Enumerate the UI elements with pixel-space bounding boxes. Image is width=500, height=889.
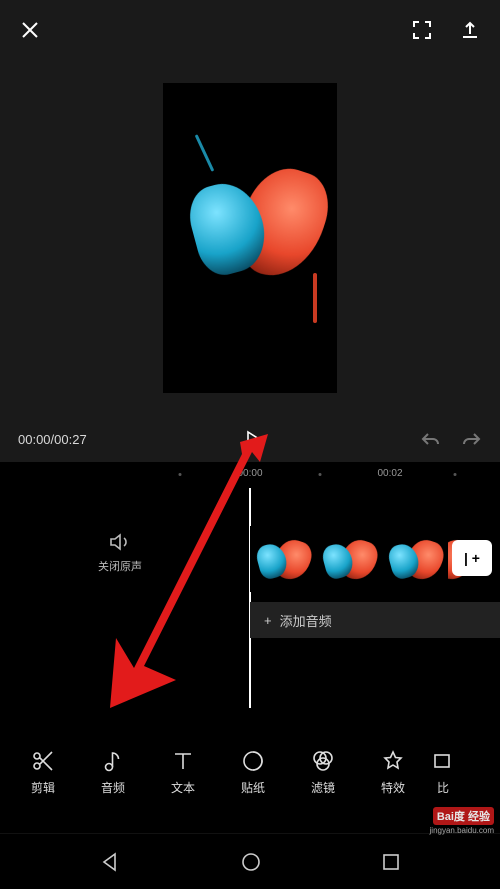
nav-recent-button[interactable] (381, 852, 401, 872)
sticker-icon (241, 749, 265, 773)
export-icon (460, 20, 480, 40)
add-audio-track[interactable]: + 添加音频 (250, 602, 500, 638)
add-clip-button[interactable]: | + (452, 540, 492, 576)
ruler-time-1: 00:02 (377, 468, 402, 479)
ratio-icon (431, 749, 455, 773)
watermark: Bai度 经验 jingyan.baidu.com (430, 807, 494, 835)
nav-home-button[interactable] (240, 851, 262, 873)
playback-controls: 00:00/00:27 (0, 416, 500, 462)
play-icon (244, 430, 262, 448)
add-audio-label: 添加音频 (280, 611, 332, 630)
current-time: 00:00 (18, 432, 51, 447)
preview-canvas (163, 83, 337, 393)
watermark-url: jingyan.baidu.com (430, 826, 494, 835)
preview-drip (313, 273, 317, 323)
nav-back-button[interactable] (99, 851, 121, 873)
ruler-time-0: 00:00 (237, 468, 262, 479)
top-bar (0, 0, 500, 60)
text-icon (171, 749, 195, 773)
clip-thumbnail[interactable] (316, 526, 382, 592)
tool-effect[interactable]: 特效 (358, 749, 428, 796)
tool-filter[interactable]: 滤镜 (288, 749, 358, 796)
preview-area[interactable] (0, 60, 500, 416)
system-nav-bar (0, 833, 500, 889)
mute-original-sound[interactable]: 关闭原声 (0, 528, 240, 574)
undo-button[interactable] (420, 431, 442, 447)
timeline-ruler[interactable]: 00:00 00:02 (0, 462, 500, 488)
square-recent-icon (381, 852, 401, 872)
scissors-icon (31, 749, 55, 773)
export-button[interactable] (460, 20, 480, 40)
plus-icon: + (264, 613, 272, 628)
total-time: 00:27 (54, 432, 87, 447)
tool-ratio[interactable]: 比 (428, 749, 458, 796)
redo-button[interactable] (460, 431, 482, 447)
music-note-icon (101, 749, 125, 773)
ruler-tick (319, 473, 322, 476)
tool-sticker[interactable]: 贴纸 (218, 749, 288, 796)
triangle-back-icon (99, 851, 121, 873)
fullscreen-icon (412, 20, 432, 40)
fullscreen-button[interactable] (412, 20, 432, 40)
ruler-tick (179, 473, 182, 476)
time-display: 00:00/00:27 (18, 432, 87, 447)
star-icon (381, 749, 405, 773)
preview-drip (195, 134, 215, 172)
watermark-brand: Bai度 经验 (433, 807, 494, 825)
play-button[interactable] (87, 430, 420, 448)
playhead[interactable] (249, 488, 251, 708)
tool-text[interactable]: 文本 (148, 749, 218, 796)
circle-home-icon (240, 851, 262, 873)
ruler-tick (454, 473, 457, 476)
close-icon (20, 20, 40, 40)
tool-toolbar: 剪辑 音频 文本 贴纸 滤镜 特效 比 (0, 735, 500, 809)
redo-icon (460, 431, 482, 447)
filter-icon (311, 749, 335, 773)
clip-thumbnail[interactable] (250, 526, 316, 592)
tool-audio[interactable]: 音频 (78, 749, 148, 796)
tool-edit[interactable]: 剪辑 (8, 749, 78, 796)
clip-thumbnail[interactable] (382, 526, 448, 592)
speaker-icon (109, 532, 131, 552)
undo-icon (420, 431, 442, 447)
close-button[interactable] (20, 20, 40, 40)
mute-label: 关闭原声 (0, 558, 240, 574)
